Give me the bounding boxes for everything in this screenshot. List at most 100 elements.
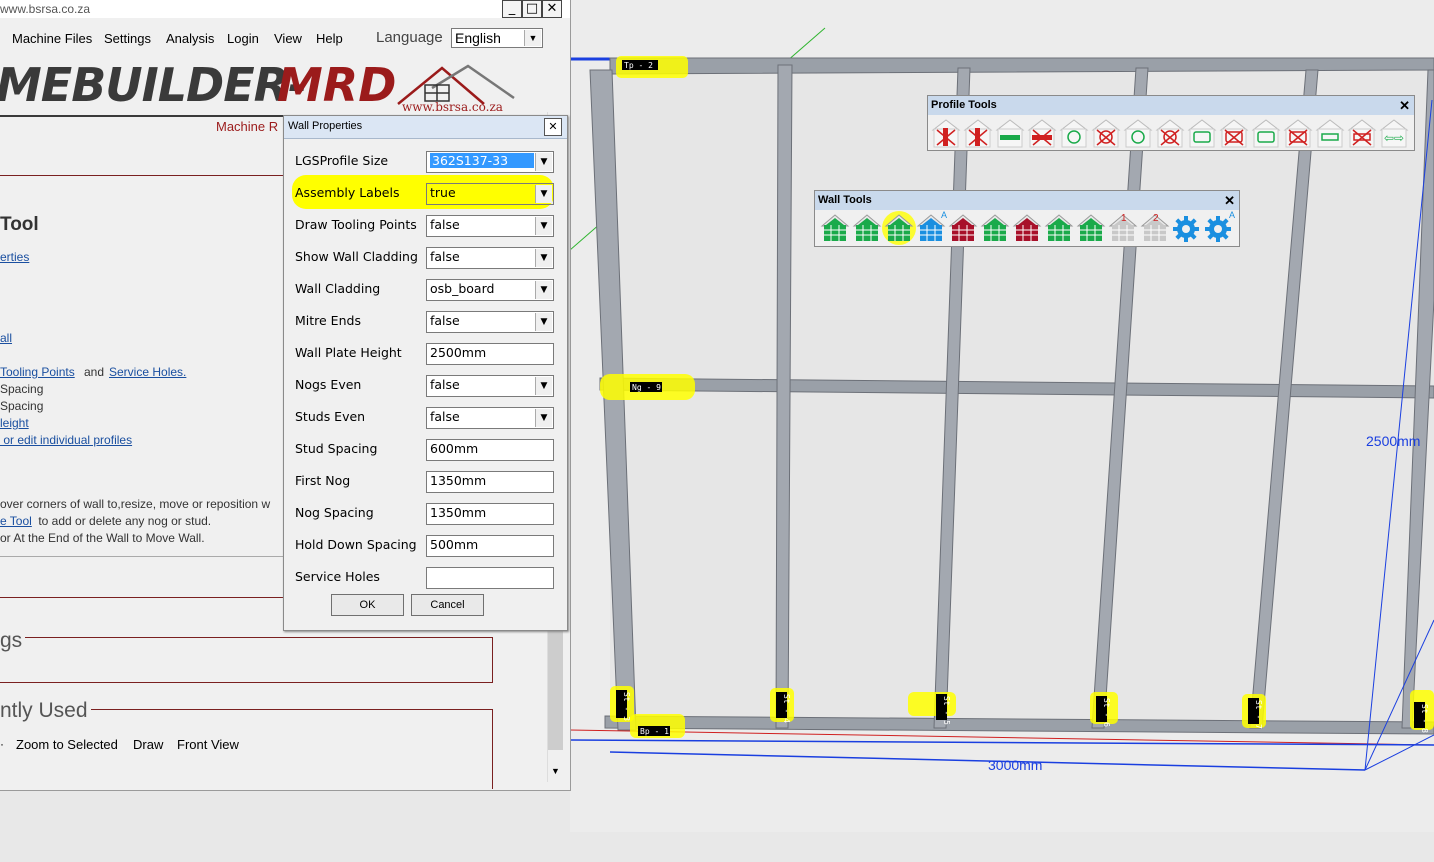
round-hole-icon[interactable] (1123, 118, 1153, 148)
ok-button[interactable]: OK (331, 594, 404, 616)
property-select[interactable]: false ▼ (426, 247, 554, 269)
profile-tools-panel[interactable]: Profile Tools ✕ ⇦⇨ (927, 95, 1415, 151)
dim-height-label: 2500mm (1366, 433, 1420, 449)
chevron-down-icon[interactable]: ▼ (535, 281, 552, 299)
recently-used-heading: ntly Used (0, 699, 91, 723)
menu-login[interactable]: Login (227, 31, 259, 46)
menu-view[interactable]: View (274, 31, 302, 46)
scroll-down-icon[interactable]: ▼ (551, 766, 560, 776)
wall-panel-icon[interactable] (1044, 213, 1074, 243)
wall-link[interactable]: all (0, 331, 12, 345)
property-value: false (430, 377, 460, 392)
property-value: 362S137-33 (430, 153, 534, 168)
wall-green-2-icon[interactable] (852, 213, 882, 243)
minimize-icon[interactable]: _ (502, 0, 522, 18)
property-label: First Nog (295, 473, 351, 488)
title-bar[interactable]: www.bsrsa.co.za _ □ ✕ (0, 0, 570, 18)
menu-help[interactable]: Help (316, 31, 343, 46)
property-value: 1350mm (430, 473, 487, 488)
wall-tools-header[interactable]: Wall Tools ✕ (815, 191, 1239, 210)
stud-delete-icon[interactable] (931, 118, 961, 148)
label-tp-2: Tp - 2 (624, 61, 653, 70)
property-input[interactable] (426, 567, 554, 589)
section-divider (0, 556, 284, 557)
property-select[interactable]: 362S137-33 ▼ (426, 151, 554, 173)
dimple-icon[interactable] (1315, 118, 1345, 148)
property-input[interactable]: 600mm (426, 439, 554, 461)
property-select[interactable]: false ▼ (426, 375, 554, 397)
service-hole-icon[interactable] (1059, 118, 1089, 148)
height-link[interactable]: leight (0, 416, 29, 430)
property-input[interactable]: 2500mm (426, 343, 554, 365)
tool-link[interactable]: e Tool (0, 514, 32, 528)
service-holes-link[interactable]: Service Holes. (109, 365, 186, 379)
slot-delete-icon[interactable] (1283, 118, 1313, 148)
wall-tools-panel[interactable]: Wall Tools ✕ A 1 2 A (814, 190, 1240, 247)
recent-draw[interactable]: Draw (133, 737, 163, 752)
wall-green-3-icon[interactable] (980, 213, 1010, 243)
property-select[interactable]: false ▼ (426, 407, 554, 429)
property-select[interactable]: false ▼ (426, 215, 554, 237)
close-icon[interactable]: ✕ (1399, 96, 1410, 115)
wall-green-icon[interactable] (820, 213, 850, 243)
nog-add-icon[interactable] (995, 118, 1025, 148)
move-arrows-icon[interactable]: ⇦⇨ (1379, 118, 1409, 148)
slot-icon[interactable] (1251, 118, 1281, 148)
property-input[interactable]: 1350mm (426, 503, 554, 525)
stud-add-icon[interactable] (963, 118, 993, 148)
recent-zoom-to-selected[interactable]: Zoom to Selected (16, 737, 118, 752)
chevron-down-icon[interactable]: ▼ (535, 153, 552, 171)
close-icon[interactable]: ✕ (542, 0, 562, 18)
dialog-title-bar[interactable]: Wall Properties ✕ (284, 116, 567, 139)
property-value: 2500mm (430, 345, 487, 360)
language-select[interactable]: English ▼ (451, 28, 543, 48)
label-st-3: St - 3 (622, 692, 631, 721)
dimple-delete-icon[interactable] (1347, 118, 1377, 148)
service-hole-delete-icon[interactable] (1091, 118, 1121, 148)
chevron-down-icon[interactable]: ▼ (535, 313, 552, 331)
menu-machine-files[interactable]: Machine Files (12, 31, 92, 46)
recent-front-view[interactable]: Front View (177, 737, 239, 752)
maximize-icon[interactable]: □ (522, 0, 542, 18)
properties-link[interactable]: erties (0, 250, 29, 264)
wall-green-selected-icon[interactable] (882, 211, 916, 245)
menu-analysis[interactable]: Analysis (166, 31, 214, 46)
nog-delete-icon[interactable] (1027, 118, 1057, 148)
property-label: Nogs Even (295, 377, 362, 392)
round-hole-delete-icon[interactable] (1155, 118, 1185, 148)
grid-number: 1 (1121, 213, 1127, 224)
rect-hole-delete-icon[interactable] (1219, 118, 1249, 148)
tool-heading: Tool (0, 214, 39, 235)
menu-bar: Machine Files Settings Analysis Login Vi… (0, 28, 570, 50)
wall-blue-icon[interactable]: A (916, 210, 947, 243)
property-input[interactable]: 500mm (426, 535, 554, 557)
language-label: Language (376, 29, 443, 46)
property-select[interactable]: true ▼ (426, 183, 554, 205)
menu-settings[interactable]: Settings (104, 31, 151, 46)
close-icon[interactable]: ✕ (1224, 191, 1235, 210)
chevron-down-icon[interactable]: ▼ (535, 249, 552, 267)
chevron-down-icon[interactable]: ▼ (535, 377, 552, 395)
close-icon[interactable]: ✕ (544, 118, 562, 136)
wall-red-2-icon[interactable] (1012, 213, 1042, 243)
edit-profiles-link[interactable]: or edit individual profiles (0, 433, 132, 447)
property-select[interactable]: osb_board ▼ (426, 279, 554, 301)
profile-tools-header[interactable]: Profile Tools ✕ (928, 96, 1414, 115)
property-label: Nog Spacing (295, 505, 374, 520)
chevron-down-icon[interactable]: ▼ (535, 217, 552, 235)
rect-hole-icon[interactable] (1187, 118, 1217, 148)
cancel-button[interactable]: Cancel (411, 594, 484, 616)
chevron-down-icon[interactable]: ▼ (535, 185, 552, 203)
recent-separator: · (0, 737, 4, 751)
property-input[interactable]: 1350mm (426, 471, 554, 493)
wall-grid-1-icon[interactable]: 1 (1108, 213, 1138, 243)
wall-panel-2-icon[interactable] (1076, 213, 1106, 243)
wall-grid-2-icon[interactable]: 2 (1140, 213, 1170, 243)
chevron-down-icon[interactable]: ▼ (535, 409, 552, 427)
settings-gear-icon[interactable] (1172, 213, 1202, 243)
settings-gear-a-icon[interactable]: A (1204, 210, 1235, 243)
property-select[interactable]: false ▼ (426, 311, 554, 333)
svg-text:⇦⇨: ⇦⇨ (1384, 131, 1404, 145)
wall-red-icon[interactable] (948, 213, 978, 243)
tooling-points-link[interactable]: Tooling Points (0, 365, 75, 379)
